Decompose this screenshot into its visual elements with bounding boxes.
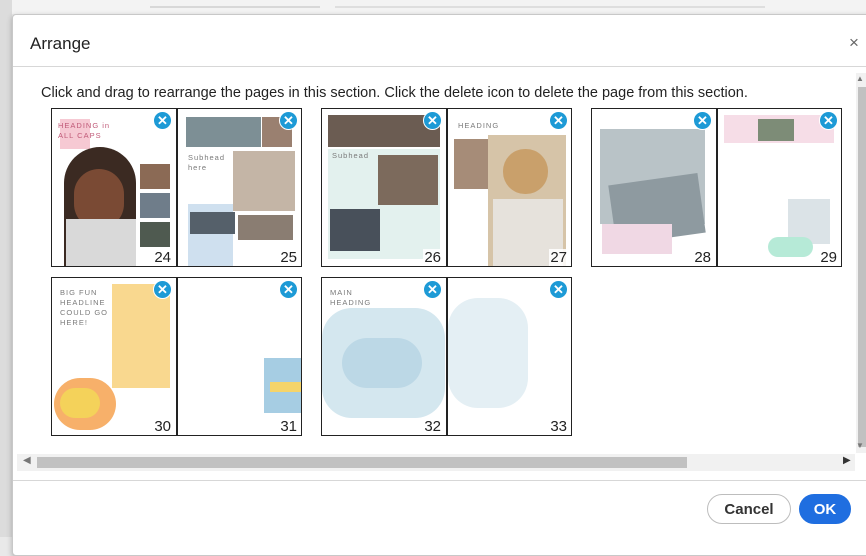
- page-spread[interactable]: HEADING in ALL CAPS ✕ 24 Subhead here ✕: [51, 108, 302, 267]
- divider: [13, 480, 866, 481]
- thumbnail-photo: [238, 215, 293, 240]
- delete-page-icon[interactable]: ✕: [693, 111, 712, 130]
- ok-button[interactable]: OK: [799, 494, 851, 524]
- page-spread[interactable]: ✕ 28 ✕ 29: [591, 108, 842, 267]
- page-thumbnail[interactable]: ✕ 33: [446, 278, 571, 435]
- thumbnail-graphic: [602, 224, 672, 254]
- page-thumbnail[interactable]: HEADING ✕ 27: [446, 109, 571, 266]
- page-thumbnail[interactable]: ✕ 29: [716, 109, 841, 266]
- scroll-left-icon[interactable]: ◀: [23, 455, 31, 466]
- page-number: 24: [153, 249, 172, 266]
- page-heading: MAIN HEADING: [330, 288, 372, 307]
- delete-page-icon[interactable]: ✕: [279, 280, 298, 299]
- thumbnail-photo: [190, 212, 235, 234]
- delete-page-icon[interactable]: ✕: [423, 280, 442, 299]
- horizontal-scrollbar[interactable]: ◀ ▶: [17, 454, 855, 471]
- dialog-title: Arrange: [30, 34, 91, 53]
- delete-page-icon[interactable]: ✕: [819, 111, 838, 130]
- thumbnail-photo: [758, 119, 794, 141]
- page-subheading: Subhead: [332, 151, 370, 160]
- pages-viewport: Click and drag to rearrange the pages in…: [13, 73, 855, 453]
- page-thumbnail[interactable]: Subhead here ✕ 25: [176, 109, 301, 266]
- page-number: 33: [549, 418, 568, 435]
- page-number: 29: [819, 249, 838, 266]
- page-number: 25: [279, 249, 298, 266]
- delete-page-icon[interactable]: ✕: [279, 111, 298, 130]
- thumbnail-graphic: [60, 388, 100, 418]
- scroll-right-icon[interactable]: ▶: [843, 455, 851, 466]
- delete-page-icon[interactable]: ✕: [153, 111, 172, 130]
- arrange-dialog: Arrange × Click and drag to rearrange th…: [12, 14, 866, 556]
- page-thumbnail[interactable]: BIG FUN HEADLINE COULD GO HERE! ✕ 30: [52, 278, 175, 435]
- page-spread[interactable]: MAIN HEADING ✕ 32 ✕ 33: [321, 277, 572, 436]
- page-heading: BIG FUN HEADLINE COULD GO HERE!: [60, 288, 109, 327]
- instruction-text: Click and drag to rearrange the pages in…: [41, 85, 748, 101]
- page-heading: HEADING: [458, 121, 500, 130]
- thumbnail-photo: [140, 222, 170, 247]
- scroll-up-icon[interactable]: ▲: [856, 74, 864, 83]
- thumbnail-photo: [503, 149, 548, 194]
- vertical-scrollbar[interactable]: ▲ ▼: [856, 73, 866, 453]
- thumbnail-graphic: [342, 338, 422, 388]
- scrollbar-thumb[interactable]: [37, 457, 687, 468]
- page-spread[interactable]: Subhead ✕ 26 HEADING ✕ 27: [321, 108, 572, 267]
- background-line: [150, 6, 320, 8]
- thumbnail-photo: [378, 155, 438, 205]
- page-number: 27: [549, 249, 568, 266]
- thumbnail-graphic: [112, 284, 170, 388]
- page-number: 32: [423, 418, 442, 435]
- divider: [13, 66, 866, 67]
- thumbnail-photo: [454, 139, 489, 189]
- thumbnail-graphic: [270, 382, 301, 392]
- background-line: [335, 6, 765, 8]
- page-number: 31: [279, 418, 298, 435]
- page-subheading: Subhead here: [188, 153, 226, 172]
- thumbnail-graphic: [768, 237, 813, 257]
- thumbnail-photo: [140, 193, 170, 218]
- delete-page-icon[interactable]: ✕: [549, 111, 568, 130]
- close-icon[interactable]: ×: [849, 33, 859, 53]
- page-thumbnail[interactable]: MAIN HEADING ✕ 32: [322, 278, 445, 435]
- background-edge: [0, 0, 12, 537]
- page-number: 26: [423, 249, 442, 266]
- page-heading: HEADING in ALL CAPS: [58, 121, 111, 140]
- page-thumbnail[interactable]: HEADING in ALL CAPS ✕ 24: [52, 109, 175, 266]
- delete-page-icon[interactable]: ✕: [423, 111, 442, 130]
- thumbnail-photo: [330, 209, 380, 251]
- page-number: 28: [693, 249, 712, 266]
- scrollbar-thumb[interactable]: [858, 87, 866, 447]
- page-thumbnail[interactable]: ✕ 28: [592, 109, 715, 266]
- page-thumbnail[interactable]: Subhead ✕ 26: [322, 109, 445, 266]
- page-thumbnail[interactable]: ✕ 31: [176, 278, 301, 435]
- cancel-button[interactable]: Cancel: [707, 494, 791, 524]
- background-toolbar: [0, 0, 866, 14]
- delete-page-icon[interactable]: ✕: [153, 280, 172, 299]
- thumbnail-photo: [66, 219, 136, 266]
- thumbnail-photo: [233, 151, 295, 211]
- thumbnail-photo: [140, 164, 170, 189]
- thumbnail-graphic: [448, 298, 528, 408]
- page-spread[interactable]: BIG FUN HEADLINE COULD GO HERE! ✕ 30 ✕ 3…: [51, 277, 302, 436]
- scroll-down-icon[interactable]: ▼: [856, 441, 864, 450]
- page-number: 30: [153, 418, 172, 435]
- thumbnail-photo: [186, 117, 261, 147]
- delete-page-icon[interactable]: ✕: [549, 280, 568, 299]
